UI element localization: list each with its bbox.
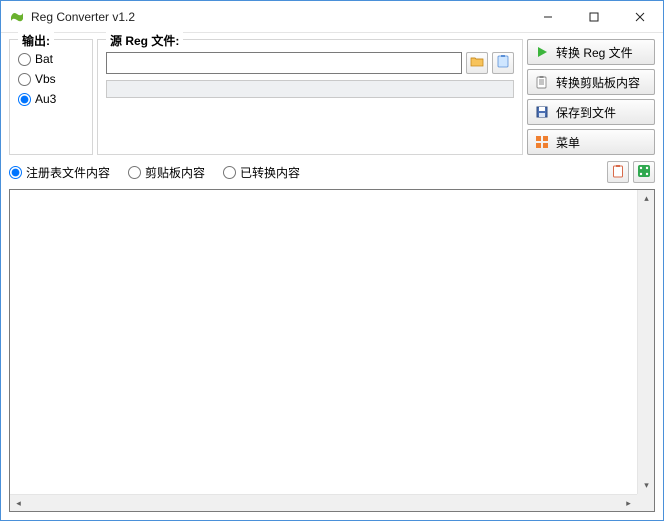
horizontal-scrollbar[interactable]: ◂ ▸ xyxy=(10,494,637,511)
output-groupbox: 输出: Bat Vbs Au3 xyxy=(9,39,93,155)
radio-au3-label: Au3 xyxy=(35,92,56,106)
view-option-regfile[interactable]: 注册表文件内容 xyxy=(9,164,110,181)
play-icon xyxy=(534,44,550,60)
radio-view-converted[interactable] xyxy=(223,166,236,179)
source-legend: 源 Reg 文件: xyxy=(106,32,183,49)
view-option-converted[interactable]: 已转换内容 xyxy=(223,164,300,181)
app-window: Reg Converter v1.2 输出: Bat xyxy=(0,0,664,521)
convert-clipboard-label: 转换剪贴板内容 xyxy=(556,74,640,91)
convert-clipboard-button[interactable]: 转换剪贴板内容 xyxy=(527,69,655,95)
app-icon xyxy=(9,9,25,25)
scroll-left-icon[interactable]: ◂ xyxy=(10,495,27,512)
browse-button[interactable] xyxy=(466,52,488,74)
copy-button[interactable] xyxy=(607,161,629,183)
clipboard-icon xyxy=(496,54,510,73)
content-textarea[interactable] xyxy=(10,190,637,494)
run-icon xyxy=(637,164,651,181)
output-option-bat[interactable]: Bat xyxy=(18,52,84,66)
convert-reg-button[interactable]: 转换 Reg 文件 xyxy=(527,39,655,65)
run-button[interactable] xyxy=(633,161,655,183)
radio-bat-label: Bat xyxy=(35,52,53,66)
scroll-up-icon[interactable]: ▴ xyxy=(638,190,655,207)
view-clipboard-label: 剪贴板内容 xyxy=(145,164,205,181)
radio-view-clipboard[interactable] xyxy=(128,166,141,179)
minimize-button[interactable] xyxy=(525,1,571,32)
close-button[interactable] xyxy=(617,1,663,32)
radio-vbs[interactable] xyxy=(18,73,31,86)
view-regfile-label: 注册表文件内容 xyxy=(26,164,110,181)
action-column: 转换 Reg 文件 转换剪贴板内容 保存到文件 菜单 xyxy=(527,39,655,155)
app-title: Reg Converter v1.2 xyxy=(31,10,135,24)
radio-au3[interactable] xyxy=(18,93,31,106)
scroll-down-icon[interactable]: ▾ xyxy=(638,477,655,494)
output-legend: 输出: xyxy=(18,32,54,49)
folder-icon xyxy=(470,54,484,73)
titlebar: Reg Converter v1.2 xyxy=(1,1,663,33)
scroll-right-icon[interactable]: ▸ xyxy=(620,495,637,512)
radio-view-regfile[interactable] xyxy=(9,166,22,179)
vertical-scrollbar[interactable]: ▴ ▾ xyxy=(637,190,654,494)
menu-label: 菜单 xyxy=(556,134,580,151)
radio-bat[interactable] xyxy=(18,53,31,66)
output-option-au3[interactable]: Au3 xyxy=(18,92,84,106)
paste-button[interactable] xyxy=(492,52,514,74)
view-option-clipboard[interactable]: 剪贴板内容 xyxy=(128,164,205,181)
menu-icon xyxy=(534,134,550,150)
progress-bar xyxy=(106,80,514,98)
content-area: ▴ ▾ ◂ ▸ xyxy=(9,189,655,512)
scrollbar-corner xyxy=(637,494,654,511)
upper-panel: 输出: Bat Vbs Au3 源 Reg 文件: xyxy=(1,33,663,157)
convert-reg-label: 转换 Reg 文件 xyxy=(556,44,633,61)
save-file-button[interactable]: 保存到文件 xyxy=(527,99,655,125)
copy-icon xyxy=(611,164,625,181)
radio-vbs-label: Vbs xyxy=(35,72,56,86)
window-controls xyxy=(525,1,663,32)
save-icon xyxy=(534,104,550,120)
output-option-vbs[interactable]: Vbs xyxy=(18,72,84,86)
save-file-label: 保存到文件 xyxy=(556,104,616,121)
source-groupbox: 源 Reg 文件: xyxy=(97,39,523,155)
view-converted-label: 已转换内容 xyxy=(240,164,300,181)
maximize-button[interactable] xyxy=(571,1,617,32)
view-row: 注册表文件内容 剪贴板内容 已转换内容 xyxy=(1,157,663,189)
source-path-input[interactable] xyxy=(106,52,462,74)
menu-button[interactable]: 菜单 xyxy=(527,129,655,155)
clipboard-convert-icon xyxy=(534,74,550,90)
